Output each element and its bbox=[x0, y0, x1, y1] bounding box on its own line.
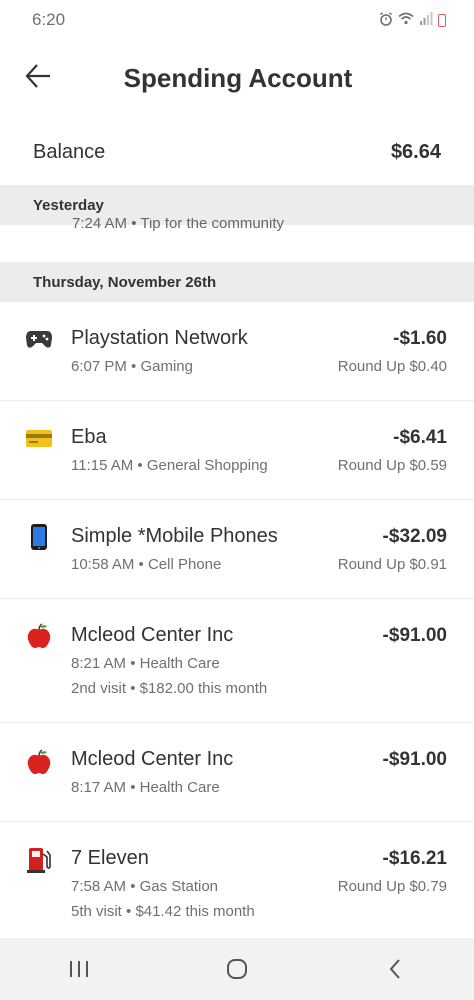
app-header: Spending Account bbox=[0, 40, 474, 116]
status-icons bbox=[379, 11, 446, 29]
balance-label: Balance bbox=[33, 140, 106, 163]
transaction-visit-info: 2nd visit • $182.00 this month bbox=[71, 680, 268, 697]
status-bar: 6:20 bbox=[0, 0, 474, 40]
transaction-meta: 8:21 AM • Health Care bbox=[71, 655, 220, 672]
transaction-visit-info: 5th visit • $41.42 this month bbox=[71, 903, 255, 920]
transaction-roundup: Round Up $0.79 bbox=[337, 878, 447, 895]
partial-transaction-meta: 7:24 AM • Tip for the community bbox=[72, 218, 285, 232]
balance-row: Balance $6.64 bbox=[0, 120, 474, 184]
transaction-amount: -$32.09 bbox=[382, 526, 447, 547]
recent-apps-icon bbox=[70, 961, 88, 977]
transaction-roundup: Round Up $0.59 bbox=[337, 457, 447, 474]
arrow-left-icon bbox=[25, 64, 50, 88]
transaction-row[interactable]: Simple *Mobile Phones -$32.09 10:58 AM •… bbox=[0, 500, 474, 599]
chevron-left-icon bbox=[389, 959, 400, 979]
transaction-row[interactable]: Mcleod Center Inc -$91.00 8:17 AM • Heal… bbox=[0, 723, 474, 822]
transaction-merchant: 7 Eleven bbox=[71, 847, 149, 869]
transaction-meta: 8:17 AM • Health Care bbox=[71, 779, 220, 796]
balance-value: $6.64 bbox=[390, 140, 441, 163]
fuel-pump-icon bbox=[24, 844, 54, 874]
transaction-meta: 10:58 AM • Cell Phone bbox=[71, 556, 222, 573]
transaction-roundup: Round Up $0.91 bbox=[337, 556, 447, 573]
back-nav-button[interactable] bbox=[365, 949, 425, 989]
transaction-row[interactable]: Eba -$6.41 11:15 AM • General Shopping R… bbox=[0, 401, 474, 500]
mobile-phone-icon bbox=[24, 522, 54, 552]
transaction-amount: -$6.41 bbox=[393, 427, 447, 448]
transaction-merchant: Playstation Network bbox=[71, 327, 248, 349]
section-header-thursday: Thursday, November 26th bbox=[0, 262, 474, 302]
alarm-icon bbox=[379, 11, 393, 29]
transaction-meta: 6:07 PM • Gaming bbox=[71, 358, 193, 375]
apple-icon bbox=[24, 747, 54, 777]
back-button[interactable] bbox=[18, 56, 58, 96]
transaction-row[interactable]: 7 Eleven -$16.21 7:58 AM • Gas Station R… bbox=[0, 822, 474, 938]
home-icon bbox=[227, 959, 247, 979]
recent-apps-button[interactable] bbox=[49, 949, 109, 989]
transaction-merchant: Mcleod Center Inc bbox=[71, 624, 234, 646]
home-button[interactable] bbox=[207, 949, 267, 989]
gamepad-icon bbox=[24, 324, 54, 354]
transaction-merchant: Mcleod Center Inc bbox=[71, 748, 234, 770]
wifi-icon bbox=[398, 12, 414, 28]
transaction-amount: -$16.21 bbox=[382, 848, 447, 869]
signal-icon bbox=[419, 12, 433, 28]
apple-icon bbox=[24, 621, 54, 651]
transaction-meta: 11:15 AM • General Shopping bbox=[71, 457, 268, 474]
transaction-amount: -$1.60 bbox=[393, 328, 447, 349]
transaction-amount: -$91.00 bbox=[382, 625, 447, 646]
battery-icon bbox=[438, 13, 446, 27]
system-nav-bar bbox=[0, 938, 474, 1000]
status-time: 6:20 bbox=[32, 10, 66, 29]
transaction-merchant: Simple *Mobile Phones bbox=[71, 525, 278, 547]
transaction-meta: 7:58 AM • Gas Station bbox=[71, 878, 218, 895]
transaction-merchant: Eba bbox=[71, 426, 107, 448]
credit-card-icon bbox=[24, 423, 54, 453]
transaction-row[interactable]: Playstation Network -$1.60 6:07 PM • Gam… bbox=[0, 302, 474, 401]
transaction-row[interactable]: Mcleod Center Inc -$91.00 8:21 AM • Heal… bbox=[0, 599, 474, 723]
transaction-roundup: Round Up $0.40 bbox=[337, 358, 447, 375]
partial-transaction-row[interactable]: 7:24 AM • Tip for the community bbox=[72, 218, 284, 236]
page-title: Spending Account bbox=[123, 62, 353, 93]
transaction-amount: -$91.00 bbox=[382, 749, 447, 770]
